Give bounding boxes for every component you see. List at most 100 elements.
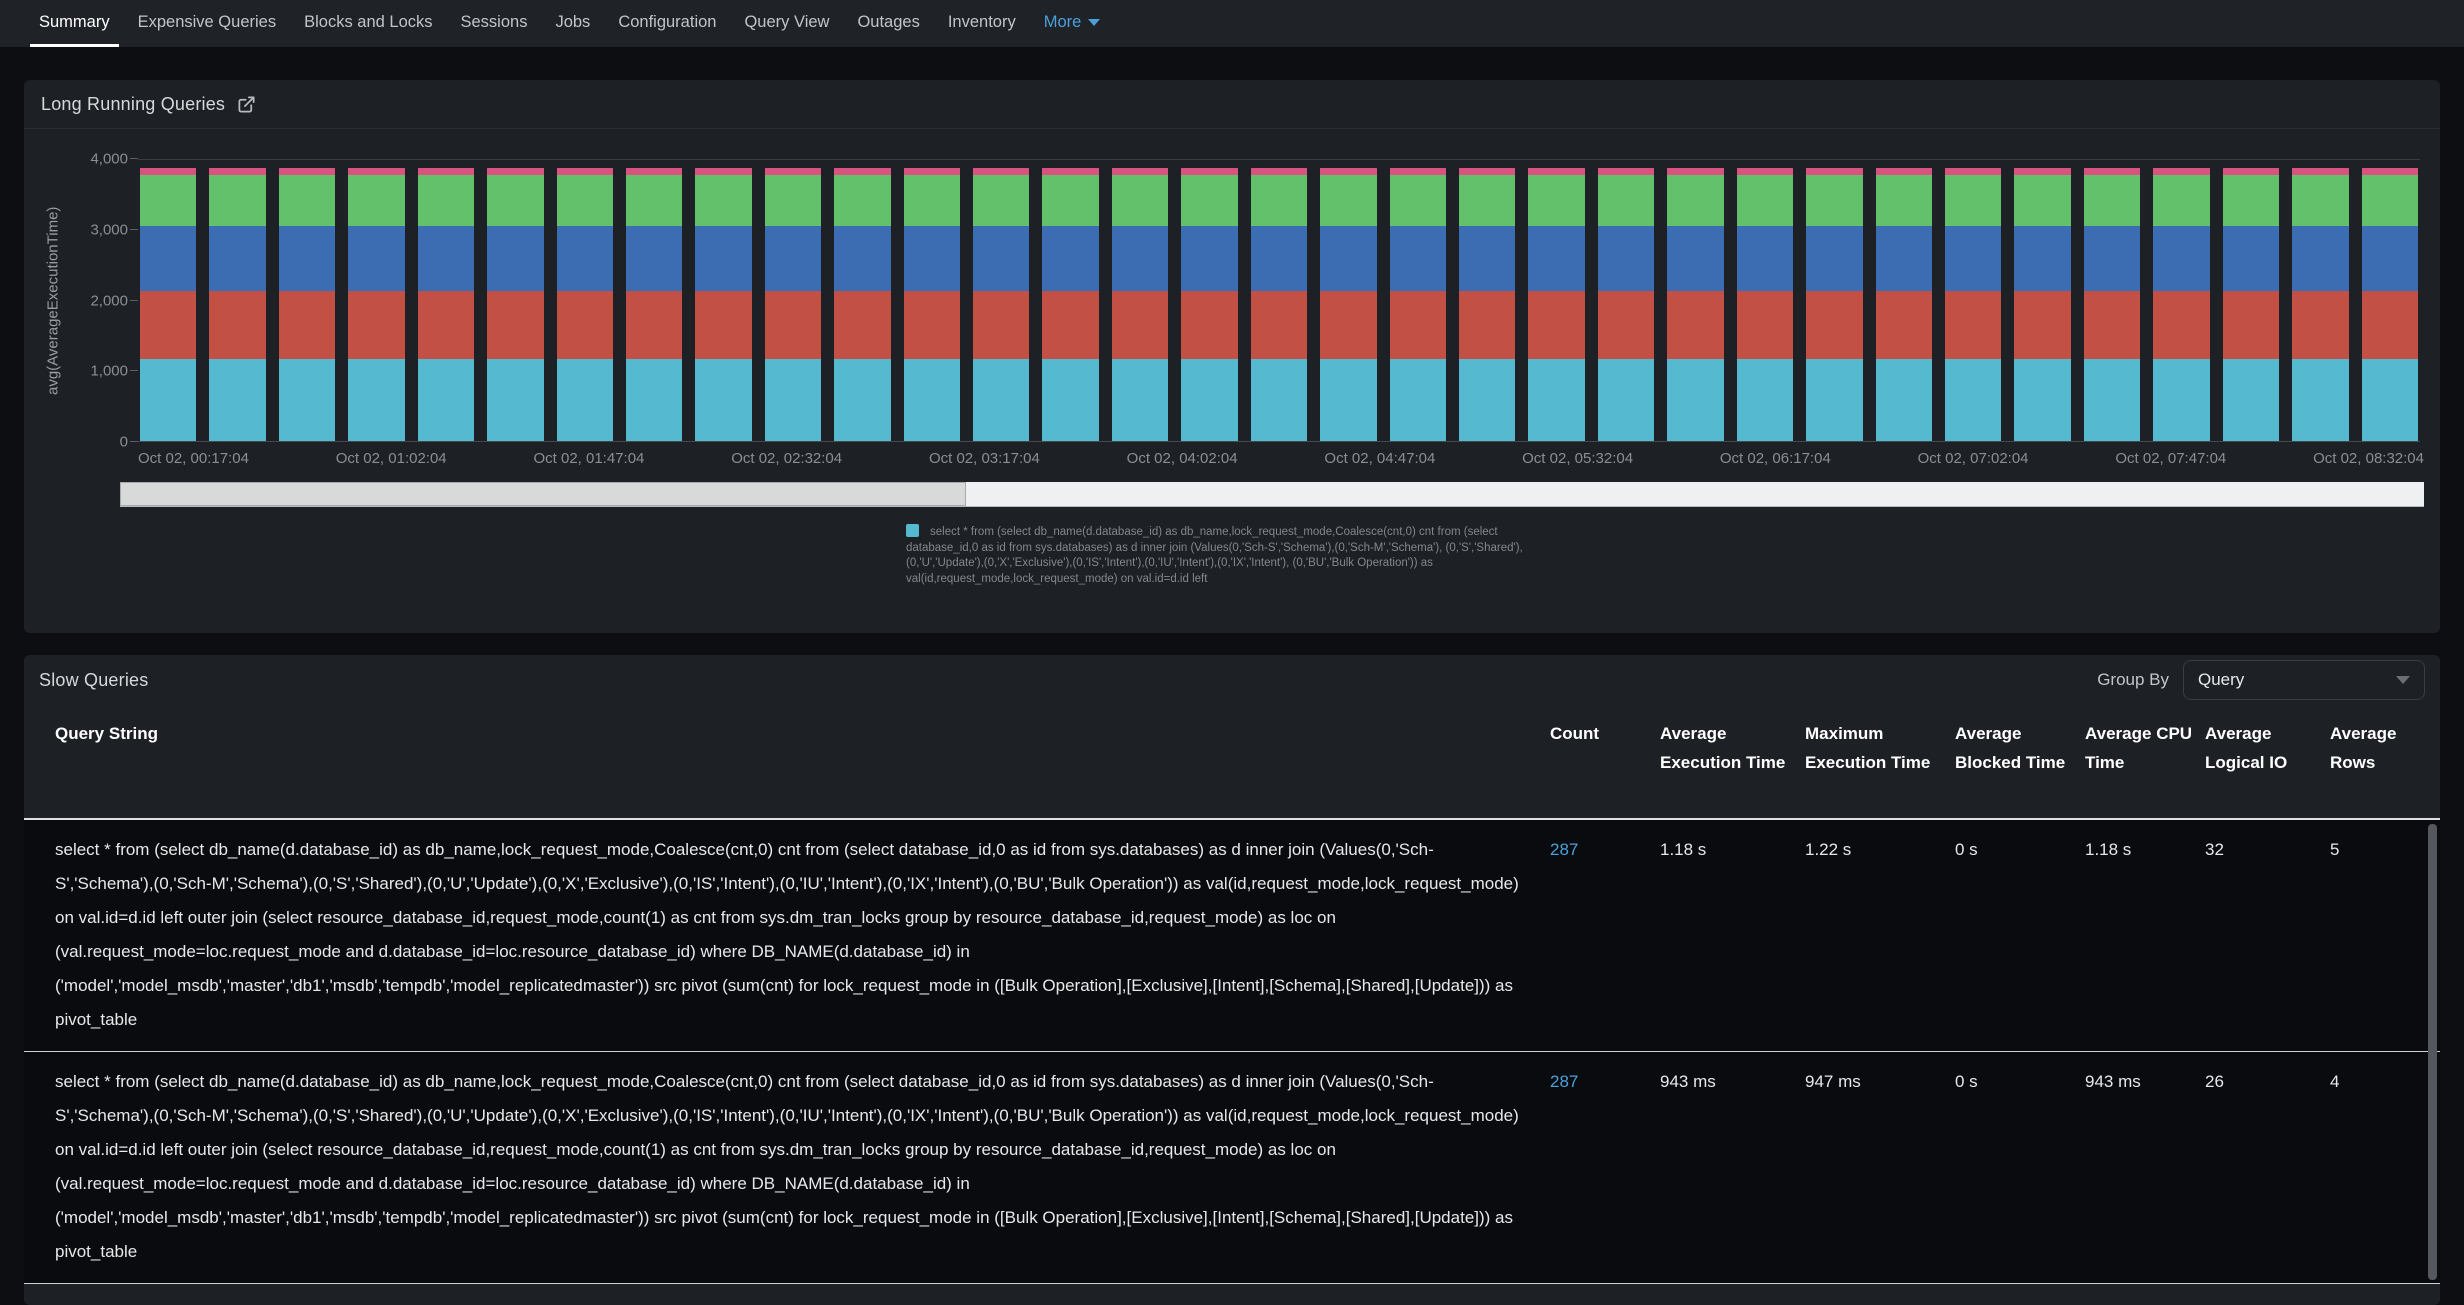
tab-sessions[interactable]: Sessions: [452, 0, 537, 47]
stacked-bar[interactable]: [2362, 159, 2418, 442]
tab-outages[interactable]: Outages: [848, 0, 928, 47]
stacked-bar[interactable]: [834, 159, 890, 442]
chart-horizontal-scrollbar[interactable]: [120, 482, 2424, 507]
bar-segment: [1945, 175, 2001, 227]
bar-segment: [2153, 226, 2209, 291]
value-cell: 0 s: [1955, 833, 2085, 1037]
stacked-bar[interactable]: [1251, 159, 1307, 442]
bar-segment: [557, 175, 613, 227]
external-link-icon[interactable]: [237, 95, 256, 114]
stacked-bar[interactable]: [2223, 159, 2279, 442]
value-cell: 1.18 s: [1660, 833, 1805, 1037]
bar-segment: [2223, 359, 2279, 442]
stacked-bar[interactable]: [1459, 159, 1515, 442]
stacked-bar[interactable]: [1181, 159, 1237, 442]
bar-segment: [209, 359, 265, 442]
bar-segment: [1945, 291, 2001, 358]
stacked-bar[interactable]: [1390, 159, 1446, 442]
stacked-bar[interactable]: [1112, 159, 1168, 442]
tab-query-view[interactable]: Query View: [735, 0, 838, 47]
stacked-bar[interactable]: [1528, 159, 1584, 442]
bar-segment: [626, 175, 682, 227]
y-tick-mark: [130, 158, 138, 159]
stacked-bar[interactable]: [1876, 159, 1932, 442]
tab-inventory[interactable]: Inventory: [939, 0, 1025, 47]
column-header-average-blocked-time: Average Blocked Time: [1955, 719, 2085, 818]
bar-segment: [1528, 226, 1584, 291]
bar-segment: [2084, 359, 2140, 442]
stacked-bar[interactable]: [2084, 159, 2140, 442]
bar-segment: [1251, 226, 1307, 291]
stacked-bar[interactable]: [2014, 159, 2070, 442]
bar-segment: [1042, 226, 1098, 291]
x-tick-label: Oct 02, 07:47:04: [2115, 450, 2226, 467]
count-link[interactable]: 287: [1550, 833, 1660, 1037]
bar-segment: [1598, 226, 1654, 291]
long-running-queries-panel: Long Running Queries avg(AverageExecutio…: [24, 80, 2440, 633]
scrollbar-thumb[interactable]: [120, 482, 966, 506]
table-body: select * from (select db_name(d.database…: [24, 820, 2440, 1284]
y-tick-mark: [130, 300, 138, 301]
bar-segment: [2223, 291, 2279, 358]
query-string-cell: select * from (select db_name(d.database…: [55, 833, 1550, 1037]
bar-segment: [1320, 359, 1376, 442]
stacked-bar[interactable]: [973, 159, 1029, 442]
stacked-bar[interactable]: [2292, 159, 2348, 442]
bar-segment: [2223, 175, 2279, 227]
stacked-bar[interactable]: [418, 159, 474, 442]
value-cell: 947 ms: [1805, 1065, 1955, 1269]
bar-segment: [279, 175, 335, 227]
stacked-bar[interactable]: [1945, 159, 2001, 442]
bar-segment: [487, 175, 543, 227]
chart-legend[interactable]: select * from (select db_name(d.database…: [906, 524, 1558, 587]
stacked-bar[interactable]: [348, 159, 404, 442]
bar-segment: [1737, 175, 1793, 227]
stacked-bar[interactable]: [487, 159, 543, 442]
stacked-bar[interactable]: [904, 159, 960, 442]
stacked-bar[interactable]: [695, 159, 751, 442]
bar-segment: [2084, 291, 2140, 358]
bar-segment: [1598, 291, 1654, 358]
tab-blocks-and-locks[interactable]: Blocks and Locks: [295, 0, 441, 47]
stacked-bar[interactable]: [557, 159, 613, 442]
x-axis-ticks: Oct 02, 00:17:04Oct 02, 01:02:04Oct 02, …: [138, 450, 2424, 467]
tab-expensive-queries[interactable]: Expensive Queries: [129, 0, 286, 47]
bar-segment: [557, 359, 613, 442]
count-link[interactable]: 287: [1550, 1065, 1660, 1269]
stacked-bar[interactable]: [1320, 159, 1376, 442]
stacked-bar[interactable]: [140, 159, 196, 442]
stacked-bar[interactable]: [1042, 159, 1098, 442]
stacked-bar[interactable]: [2153, 159, 2209, 442]
stacked-bar[interactable]: [626, 159, 682, 442]
bar-segment: [1320, 226, 1376, 291]
column-header-query-string: Query String: [55, 719, 1550, 818]
bar-segment: [2153, 291, 2209, 358]
bar-segment: [2362, 291, 2418, 358]
bar-segment: [1737, 359, 1793, 442]
tab-jobs[interactable]: Jobs: [546, 0, 599, 47]
value-cell: 4: [2330, 1065, 2430, 1269]
bar-segment: [1876, 226, 1932, 291]
query-string-cell: select * from (select db_name(d.database…: [55, 1065, 1550, 1269]
group-by-select[interactable]: Query: [2183, 660, 2425, 700]
bar-segment: [695, 175, 751, 227]
stacked-bar[interactable]: [279, 159, 335, 442]
bar-segment: [1459, 226, 1515, 291]
bar-segment: [2292, 359, 2348, 442]
nav-more-button[interactable]: More: [1035, 0, 1110, 47]
bar-segment: [1528, 175, 1584, 227]
bar-segment: [348, 175, 404, 227]
group-by-value: Query: [2198, 670, 2244, 690]
stacked-bar[interactable]: [1737, 159, 1793, 442]
table-vertical-scrollbar[interactable]: [2428, 824, 2437, 1280]
stacked-bar[interactable]: [209, 159, 265, 442]
bar-segment: [1806, 291, 1862, 358]
stacked-bar[interactable]: [765, 159, 821, 442]
stacked-bar[interactable]: [1667, 159, 1723, 442]
tab-summary[interactable]: Summary: [30, 0, 119, 47]
tab-configuration[interactable]: Configuration: [609, 0, 725, 47]
stacked-bar[interactable]: [1598, 159, 1654, 442]
bar-segment: [834, 359, 890, 442]
bar-segment: [1042, 359, 1098, 442]
stacked-bar[interactable]: [1806, 159, 1862, 442]
